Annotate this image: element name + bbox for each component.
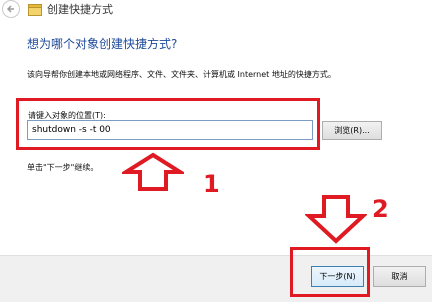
up-arrow-icon bbox=[122, 152, 184, 191]
back-arrow-icon bbox=[6, 5, 14, 13]
browse-button[interactable]: 浏览(R)... bbox=[322, 121, 382, 140]
title-bar: 创建快捷方式 bbox=[0, 0, 432, 22]
window-title: 创建快捷方式 bbox=[47, 3, 113, 16]
back-button[interactable] bbox=[2, 0, 20, 18]
step-number-1: 1 bbox=[203, 170, 220, 198]
highlight-box-location bbox=[16, 98, 320, 150]
shortcut-icon bbox=[28, 4, 42, 16]
wizard-heading: 想为哪个对象创建快捷方式? bbox=[27, 37, 178, 51]
down-arrow-icon bbox=[305, 195, 367, 244]
wizard-description: 该向导帮你创建本地或网络程序、文件、文件夹、计算机或 Internet 地址的快… bbox=[27, 70, 336, 79]
step-number-2: 2 bbox=[372, 195, 389, 223]
cancel-button[interactable]: 取消 bbox=[373, 266, 426, 287]
highlight-box-next bbox=[290, 247, 370, 297]
continue-hint: 单击"下一步"继续。 bbox=[27, 163, 99, 172]
